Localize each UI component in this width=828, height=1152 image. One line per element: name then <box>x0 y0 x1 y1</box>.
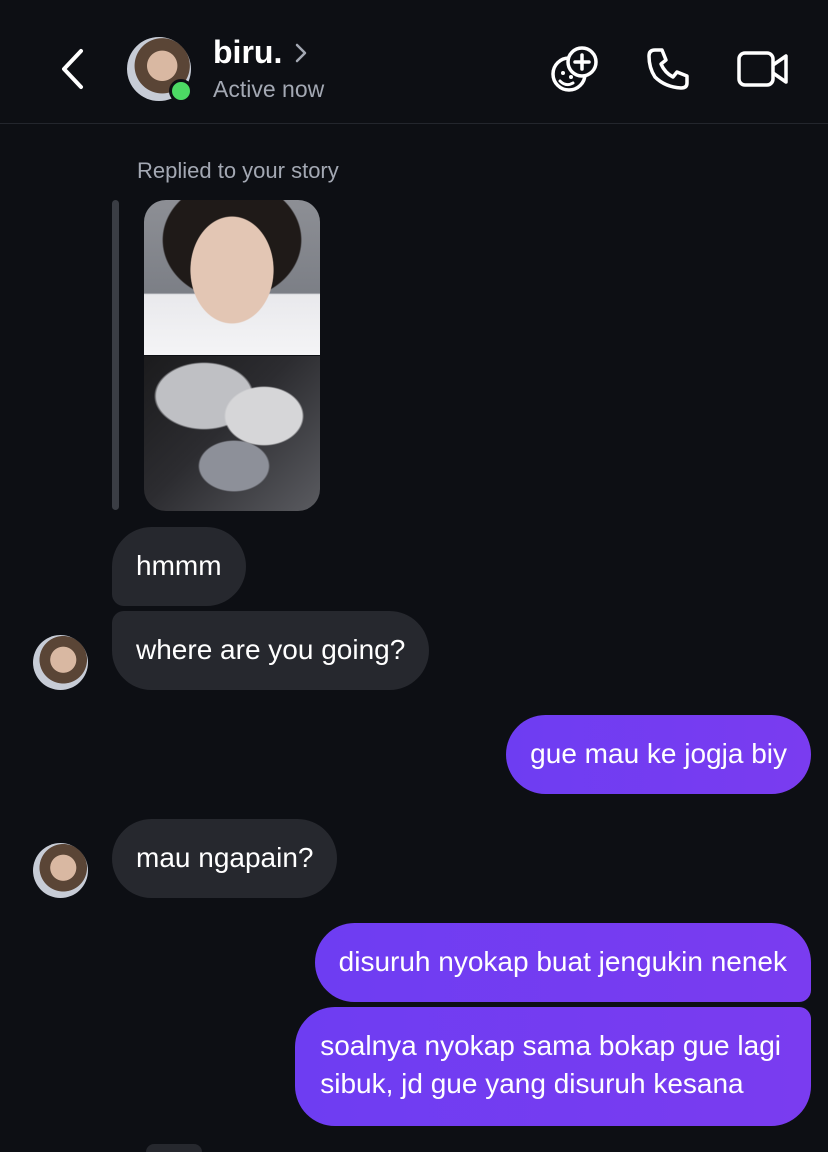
reply-quote-bar <box>112 200 119 510</box>
message-bubble-incoming[interactable]: hmmm <box>112 527 246 606</box>
back-button[interactable] <box>50 45 94 93</box>
online-indicator <box>169 79 193 103</box>
message-text: disuruh nyokap buat jengukin nenek <box>338 946 787 977</box>
next-message-peek <box>146 1144 202 1152</box>
message-bubble-outgoing[interactable]: soalnya nyokap sama bokap gue lagi sibuk… <box>295 1007 811 1126</box>
message-bubble-outgoing[interactable]: gue mau ke jogja biy <box>506 715 811 794</box>
sender-avatar[interactable] <box>33 843 88 898</box>
message-text: hmmm <box>136 550 222 581</box>
video-camera-icon <box>737 51 788 87</box>
header-avatar[interactable] <box>127 37 193 103</box>
active-status: Active now <box>213 76 325 102</box>
story-photo-suitcase <box>144 356 320 511</box>
story-thumbnail[interactable] <box>144 200 320 511</box>
message-text: where are you going? <box>136 634 406 665</box>
message-bubble-outgoing[interactable]: disuruh nyokap buat jengukin nenek <box>314 923 811 1002</box>
dm-thread-screen: biru. Active now Replied to your story h… <box>0 0 828 1152</box>
chat-header: biru. Active now <box>0 0 828 124</box>
chevron-right-icon <box>294 42 308 64</box>
message-text: mau ngapain? <box>136 842 314 873</box>
contact-name: biru. <box>213 34 283 70</box>
message-text: gue mau ke jogja biy <box>530 738 787 769</box>
sender-avatar[interactable] <box>33 635 88 690</box>
message-bubble-incoming[interactable]: mau ngapain? <box>112 819 338 898</box>
message-bubble-incoming[interactable]: where are you going? <box>112 611 430 690</box>
phone-icon <box>647 48 689 90</box>
voice-call-button[interactable] <box>641 42 695 96</box>
story-reply-label: Replied to your story <box>137 158 339 183</box>
sticker-plus-icon <box>551 46 598 92</box>
story-photo-selfie <box>144 200 320 355</box>
effects-button[interactable] <box>548 42 602 96</box>
contact-name-link[interactable]: biru. <box>213 34 308 71</box>
chevron-left-icon <box>62 49 83 89</box>
message-text-line: sibuk, jd gue yang disuruh kesana <box>320 1068 744 1099</box>
message-text-line: soalnya nyokap sama bokap gue lagi <box>320 1030 781 1061</box>
video-call-button[interactable] <box>736 42 790 96</box>
